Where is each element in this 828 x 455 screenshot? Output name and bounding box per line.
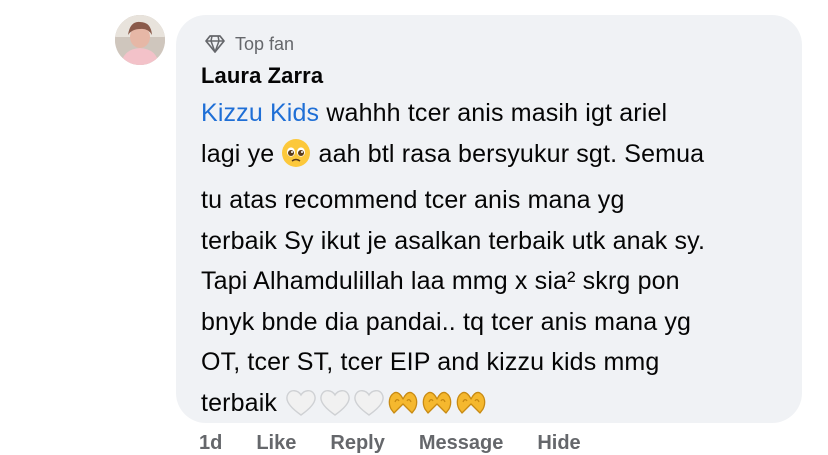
white-heart-icon bbox=[352, 387, 386, 430]
pleading-face-emoji-icon bbox=[281, 138, 311, 181]
comment-text: Kizzu Kids wahhh tcer anis masih igt ari… bbox=[201, 93, 791, 429]
comment-line: bnyk bnde dia pandai.. tq tcer anis mana… bbox=[201, 307, 692, 336]
mention-link[interactable]: Kizzu Kids bbox=[201, 99, 319, 127]
avatar-photo bbox=[115, 15, 165, 65]
badge-label: Top fan bbox=[235, 33, 295, 54]
comment-line: terbaik Sy ikut je asalkan terbaik utk a… bbox=[201, 226, 706, 255]
top-fan-badge[interactable]: Top fan bbox=[203, 33, 294, 55]
comment-author[interactable]: Laura Zarra bbox=[201, 63, 323, 89]
avatar[interactable] bbox=[115, 15, 165, 65]
white-heart-icon bbox=[284, 387, 318, 430]
white-heart-icon bbox=[318, 387, 352, 430]
comment-line: Kizzu Kids wahhh tcer anis masih igt ari… bbox=[201, 99, 668, 127]
comment-line: lagi ye aah btl rasa bersyukur sgt. Semu… bbox=[201, 134, 791, 181]
heart-hands-icon bbox=[454, 387, 488, 430]
heart-hands-icon bbox=[420, 387, 454, 430]
comment-line: terbaik bbox=[201, 383, 791, 430]
comment-line: tu atas recommend tcer anis mana yg bbox=[201, 186, 625, 214]
comment-line: Tapi Alhamdulillah laa mmg x sia² skrg p… bbox=[201, 267, 680, 295]
comment-line: OT, tcer ST, tcer EIP and kizzu kids mmg bbox=[201, 348, 660, 376]
heart-hands-icon bbox=[386, 387, 420, 430]
diamond-icon bbox=[205, 35, 225, 53]
